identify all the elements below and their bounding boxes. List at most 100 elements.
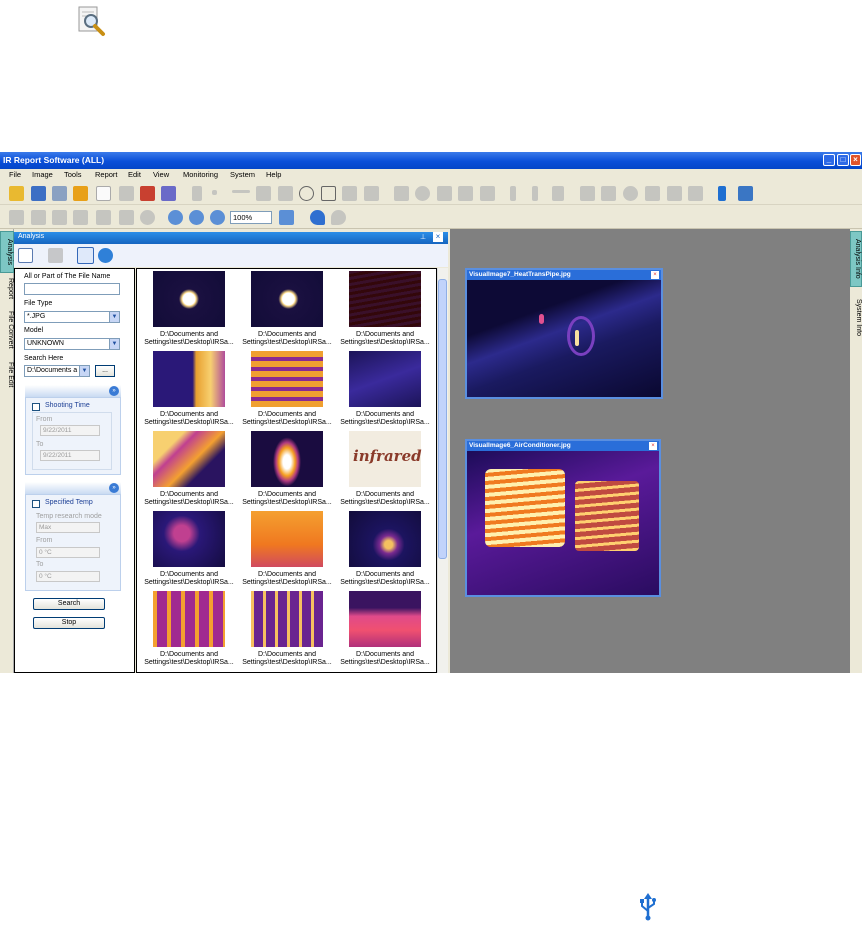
- model-select[interactable]: UNKNOWN ▼: [24, 338, 120, 350]
- collapse-icon[interactable]: »: [109, 483, 119, 493]
- panel-close-icon[interactable]: ×: [433, 232, 443, 242]
- profile-icon[interactable]: [394, 186, 409, 201]
- zoom-fit-icon[interactable]: [210, 210, 225, 225]
- open-folder-icon[interactable]: [9, 186, 24, 201]
- menu-image[interactable]: Image: [32, 170, 53, 179]
- thumbnail-image[interactable]: [251, 591, 323, 647]
- isotherm-icon[interactable]: [415, 186, 430, 201]
- temp-from-input[interactable]: 0 °C: [36, 547, 100, 558]
- delete-image-icon[interactable]: [140, 186, 155, 201]
- usb-icon[interactable]: [718, 186, 726, 201]
- shooting-time-checkbox[interactable]: [32, 403, 40, 411]
- zoom-window-icon[interactable]: [279, 210, 294, 225]
- specified-temp-checkbox[interactable]: [32, 500, 40, 508]
- play-icon[interactable]: [73, 186, 88, 201]
- to-date-input[interactable]: 9/22/2011: [40, 450, 100, 461]
- histogram-icon[interactable]: [437, 186, 452, 201]
- thumbnail-image[interactable]: [251, 351, 323, 407]
- undo-icon[interactable]: [310, 210, 325, 225]
- export-icon[interactable]: [119, 186, 134, 201]
- close-button[interactable]: ×: [850, 154, 861, 166]
- thumbnail-image[interactable]: [153, 351, 225, 407]
- settings-circle-icon[interactable]: [140, 210, 155, 225]
- maximize-button[interactable]: □: [837, 154, 849, 166]
- stop-button[interactable]: Stop: [33, 617, 105, 629]
- menu-file[interactable]: File: [9, 170, 21, 179]
- search-icon[interactable]: [77, 247, 94, 264]
- thumbnail-image[interactable]: [153, 591, 225, 647]
- browse-button[interactable]: ...: [95, 365, 115, 377]
- thumbnail-image[interactable]: [153, 271, 225, 327]
- file-type-select[interactable]: *.JPG ▼: [24, 311, 120, 323]
- menu-edit[interactable]: Edit: [128, 170, 141, 179]
- menu-system[interactable]: System: [230, 170, 255, 179]
- thumbnail-image[interactable]: [153, 431, 225, 487]
- close-icon[interactable]: ×: [649, 442, 657, 450]
- file-name-input[interactable]: [24, 283, 120, 295]
- minimize-button[interactable]: _: [823, 154, 835, 166]
- grid-icon[interactable]: [96, 210, 111, 225]
- compare-images-icon[interactable]: [161, 186, 176, 201]
- thermometer-low-icon[interactable]: [532, 186, 538, 201]
- speaker-icon[interactable]: [667, 186, 682, 201]
- temp-to-input[interactable]: 0 °C: [36, 571, 100, 582]
- thumbnail-image[interactable]: [251, 511, 323, 567]
- pointer-icon[interactable]: [192, 186, 202, 201]
- panel-icon[interactable]: [52, 210, 67, 225]
- thermometer-range-icon[interactable]: [552, 186, 564, 201]
- freehand-icon[interactable]: [364, 186, 379, 201]
- save-icon[interactable]: [31, 186, 46, 201]
- thumbnail-view-icon[interactable]: [18, 248, 33, 263]
- temp-mode-select[interactable]: Max: [36, 522, 100, 533]
- layers-icon[interactable]: [645, 186, 660, 201]
- snapshot-icon[interactable]: [688, 186, 703, 201]
- contrast-icon[interactable]: [31, 210, 46, 225]
- palette-icon[interactable]: [458, 186, 473, 201]
- camera-icon[interactable]: [580, 186, 595, 201]
- thumbnail-image[interactable]: [349, 271, 421, 327]
- list-icon[interactable]: [73, 210, 88, 225]
- network-icon[interactable]: [738, 186, 753, 201]
- thumbnail-image[interactable]: [349, 351, 421, 407]
- thumbnail-image[interactable]: [251, 271, 323, 327]
- redo-icon[interactable]: [331, 210, 346, 225]
- zoom-in-icon[interactable]: [168, 210, 183, 225]
- circle-icon[interactable]: [299, 186, 314, 201]
- point-icon[interactable]: [212, 190, 217, 195]
- tab-analysis[interactable]: Analysis: [0, 231, 14, 273]
- tab-file-convert[interactable]: File Convert: [0, 307, 14, 353]
- collapse-icon[interactable]: »: [109, 386, 119, 396]
- zoom-out-icon[interactable]: [189, 210, 204, 225]
- tab-report[interactable]: Report: [0, 275, 14, 303]
- thumbnail-image[interactable]: [349, 511, 421, 567]
- image-view-icon[interactable]: [9, 210, 24, 225]
- close-icon[interactable]: ×: [651, 271, 659, 279]
- from-date-input[interactable]: 9/22/2011: [40, 425, 100, 436]
- menu-monitoring[interactable]: Monitoring: [183, 170, 218, 179]
- comment-icon[interactable]: [119, 210, 134, 225]
- line-icon[interactable]: [256, 186, 271, 201]
- scrollbar-thumb[interactable]: [438, 279, 447, 559]
- gear-icon[interactable]: [98, 248, 113, 263]
- fusion-icon[interactable]: [480, 186, 495, 201]
- pin-icon[interactable]: ⊥: [420, 233, 426, 241]
- zoom-select[interactable]: 100%: [230, 211, 272, 224]
- menu-help[interactable]: Help: [266, 170, 281, 179]
- menu-report[interactable]: Report: [95, 170, 118, 179]
- thumbnail-image[interactable]: [251, 431, 323, 487]
- line-cross-icon[interactable]: [232, 190, 250, 193]
- record-icon[interactable]: [623, 186, 638, 201]
- polyline-icon[interactable]: [278, 186, 293, 201]
- viewer-window[interactable]: VisualImage7_HeatTransPipe.jpg ×: [465, 268, 663, 399]
- viewer-window[interactable]: VisualImage6_AirConditioner.jpg ×: [465, 439, 661, 597]
- sar-icon[interactable]: [48, 248, 63, 263]
- thermometer-icon[interactable]: [510, 186, 516, 201]
- new-document-icon[interactable]: [96, 186, 111, 201]
- search-button[interactable]: Search: [33, 598, 105, 610]
- thumbnail-image[interactable]: infrared: [349, 431, 422, 487]
- tab-analysis-info[interactable]: Analysis Info: [850, 231, 862, 287]
- rectangle-icon[interactable]: [321, 186, 336, 201]
- menu-tools[interactable]: Tools: [64, 170, 82, 179]
- polygon-icon[interactable]: [342, 186, 357, 201]
- search-here-select[interactable]: D:\Documents a ▼: [24, 365, 90, 377]
